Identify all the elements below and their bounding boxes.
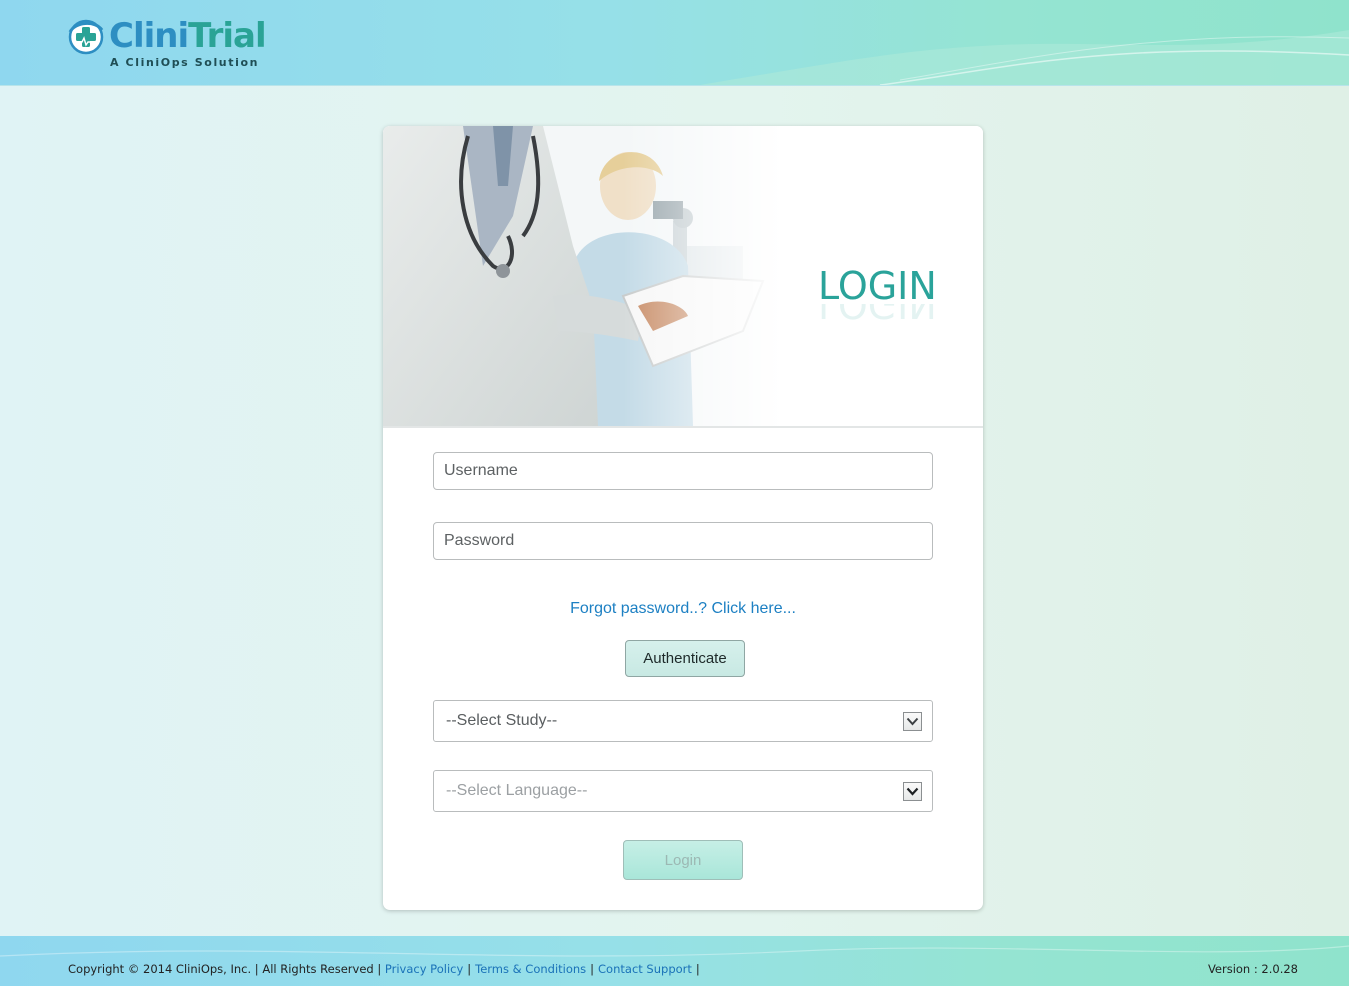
footer-separator: |: [695, 962, 700, 976]
terms-conditions-link[interactable]: Terms & Conditions: [475, 962, 586, 976]
medical-cross-logo-icon: [68, 19, 104, 55]
logo-wordmark-trial: Trial: [188, 16, 266, 56]
logo-tagline: A CliniOps Solution: [110, 56, 260, 69]
study-select-value: --Select Study--: [446, 712, 558, 729]
study-select[interactable]: --Select Study--: [433, 700, 933, 742]
logo-wordmark-clini: Clini: [109, 16, 189, 56]
footer-separator: |: [467, 962, 472, 976]
language-select[interactable]: --Select Language--: [433, 770, 933, 812]
language-select-value: --Select Language--: [446, 782, 588, 799]
app-header: CliniTrial A CliniOps Solution: [0, 0, 1349, 86]
password-input[interactable]: [433, 522, 933, 560]
logo-wordmark: CliniTrial: [109, 16, 267, 56]
login-button[interactable]: Login: [623, 840, 743, 880]
app-footer: Copyright © 2014 CliniOps, Inc. | All Ri…: [0, 936, 1349, 986]
chevron-down-icon[interactable]: [903, 782, 922, 801]
username-input[interactable]: [433, 452, 933, 490]
doctor-with-tablet-illustration: [383, 126, 783, 426]
version-label: Version : 2.0.28: [1207, 962, 1298, 976]
clinitrial-logo[interactable]: CliniTrial A CliniOps Solution: [67, 16, 267, 72]
login-hero-banner: LOGIN LOGIN: [383, 126, 983, 428]
chevron-down-icon[interactable]: [903, 712, 922, 731]
privacy-policy-link[interactable]: Privacy Policy: [385, 962, 463, 976]
login-heading: LOGIN: [818, 264, 937, 308]
footer-copyright-bar: Copyright © 2014 CliniOps, Inc. | All Ri…: [68, 962, 704, 976]
login-heading-reflection: LOGIN: [818, 304, 937, 326]
footer-wave-decoration: [0, 945, 1349, 957]
authenticate-button[interactable]: Authenticate: [625, 640, 745, 677]
footer-separator: |: [590, 962, 595, 976]
login-card: LOGIN LOGIN Forgot password..? Click her…: [383, 126, 983, 910]
contact-support-link[interactable]: Contact Support: [598, 962, 692, 976]
copyright-text: Copyright © 2014 CliniOps, Inc. | All Ri…: [68, 962, 382, 976]
forgot-password-link[interactable]: Forgot password..? Click here...: [383, 600, 983, 618]
